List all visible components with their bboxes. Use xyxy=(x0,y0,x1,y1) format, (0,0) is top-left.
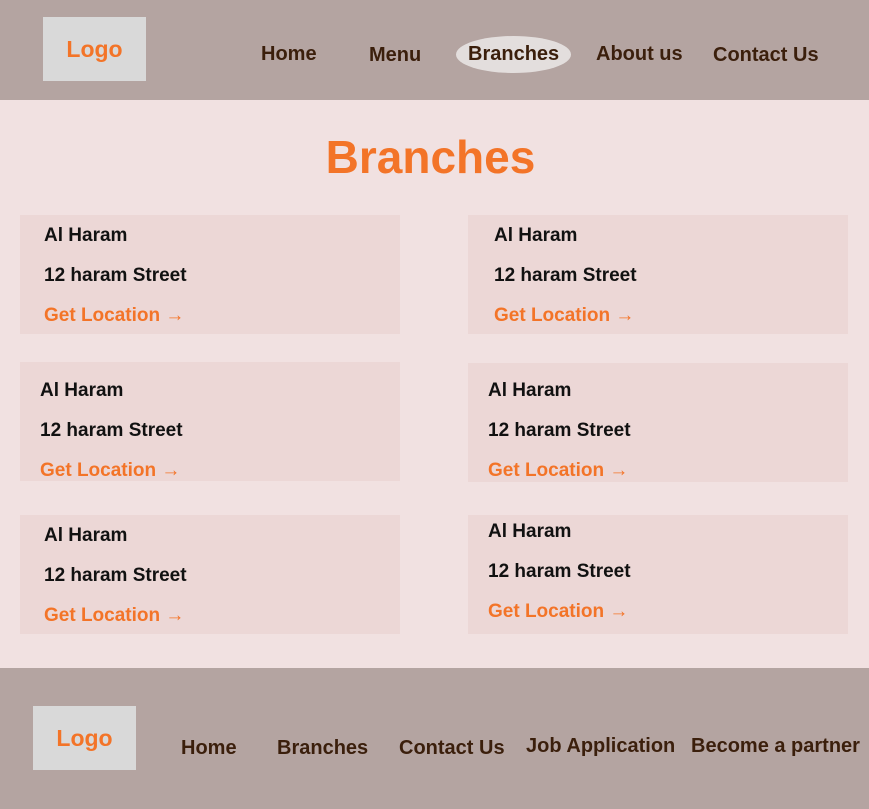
branch-street: 12 haram Street xyxy=(488,420,631,441)
branch-name: Al Haram xyxy=(44,525,128,546)
get-location-link[interactable]: Get Location → xyxy=(488,601,628,623)
branch-card: Al Haram 12 haram Street Get Location → xyxy=(20,362,400,481)
branch-name: Al Haram xyxy=(488,380,572,401)
branch-street: 12 haram Street xyxy=(488,561,631,582)
branch-name: Al Haram xyxy=(494,225,578,246)
branch-name: Al Haram xyxy=(44,225,128,246)
nav-contact-us[interactable]: Contact Us xyxy=(713,44,819,67)
branch-street: 12 haram Street xyxy=(40,420,183,441)
footer-nav-branches[interactable]: Branches xyxy=(277,737,368,760)
nav-branches-active[interactable]: Branches xyxy=(456,36,572,73)
footer-nav-become-partner[interactable]: Become a partner xyxy=(691,735,860,758)
footer-nav-job-application[interactable]: Job Application xyxy=(526,735,675,758)
header: Logo Home Menu Branches About us Contact… xyxy=(0,0,869,100)
header-logo[interactable]: Logo xyxy=(43,17,146,81)
get-location-link[interactable]: Get Location → xyxy=(494,305,634,327)
branch-card: Al Haram 12 haram Street Get Location → xyxy=(20,215,400,334)
footer-nav-contact-us[interactable]: Contact Us xyxy=(399,737,505,760)
branch-card: Al Haram 12 haram Street Get Location → xyxy=(468,215,848,334)
footer-nav-home[interactable]: Home xyxy=(181,737,237,760)
get-location-link[interactable]: Get Location → xyxy=(488,460,628,482)
get-location-link[interactable]: Get Location → xyxy=(44,605,184,627)
nav-home[interactable]: Home xyxy=(261,43,317,66)
branch-card: Al Haram 12 haram Street Get Location → xyxy=(468,363,848,482)
nav-about-us[interactable]: About us xyxy=(596,43,683,66)
page-title: Branches xyxy=(325,131,536,183)
branch-street: 12 haram Street xyxy=(494,265,637,286)
branch-card: Al Haram 12 haram Street Get Location → xyxy=(468,515,848,634)
footer-logo[interactable]: Logo xyxy=(33,706,136,770)
footer: Logo Home Branches Contact Us Job Applic… xyxy=(0,668,869,809)
get-location-link[interactable]: Get Location → xyxy=(44,305,184,327)
branch-card: Al Haram 12 haram Street Get Location → xyxy=(20,515,400,634)
branch-street: 12 haram Street xyxy=(44,565,187,586)
branch-street: 12 haram Street xyxy=(44,265,187,286)
branch-name: Al Haram xyxy=(40,380,124,401)
branch-name: Al Haram xyxy=(488,521,572,542)
nav-menu[interactable]: Menu xyxy=(369,44,421,67)
get-location-link[interactable]: Get Location → xyxy=(40,460,180,482)
